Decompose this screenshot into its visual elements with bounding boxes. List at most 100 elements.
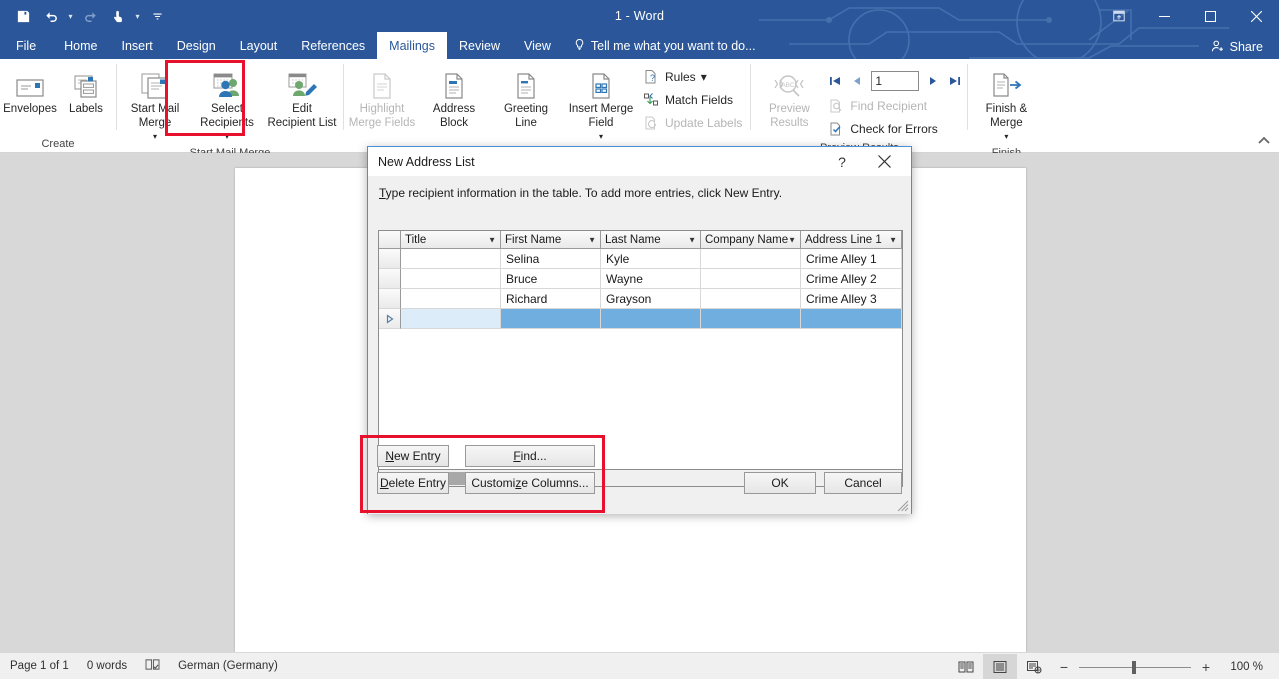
row-header[interactable]	[379, 289, 401, 309]
cell-address-line-1[interactable]	[801, 309, 902, 329]
proofing-icon[interactable]	[145, 658, 160, 674]
delete-entry-button[interactable]: Delete Entry	[377, 472, 449, 494]
zoom-control[interactable]: − + 100 %	[1051, 661, 1273, 673]
insert-merge-field-button[interactable]: Insert Merge Field ▾	[562, 62, 640, 144]
column-header-first-name[interactable]: First Name ▼	[501, 231, 601, 249]
collapse-ribbon-icon[interactable]	[1255, 132, 1273, 148]
redo-icon[interactable]	[77, 4, 103, 28]
cancel-button[interactable]: Cancel	[824, 472, 902, 494]
cell-first-name[interactable]: Selina	[501, 249, 601, 269]
find-button[interactable]: Find...	[465, 445, 595, 467]
ribbon-tab-strip[interactable]: File Home Insert Design Layout Reference…	[0, 32, 1279, 59]
quick-access-toolbar[interactable]: ▾ ▾	[10, 0, 170, 32]
finish-and-merge-button[interactable]: Finish & Merge ▾	[970, 62, 1042, 144]
select-recipients-button[interactable]: Select Recipients ▾	[191, 62, 263, 144]
tell-me-box[interactable]: Tell me what you want to do...	[563, 32, 766, 59]
chevron-down-icon[interactable]: ▾	[599, 130, 603, 144]
cell-company-name[interactable]	[701, 269, 801, 289]
tab-layout[interactable]: Layout	[228, 32, 290, 59]
undo-icon[interactable]	[38, 4, 64, 28]
cell-first-name[interactable]: Richard	[501, 289, 601, 309]
rules-button[interactable]: ? Rules ▾	[640, 67, 748, 87]
cell-title[interactable]	[401, 249, 501, 269]
cell-title[interactable]	[401, 289, 501, 309]
tab-design[interactable]: Design	[165, 32, 228, 59]
edit-recipient-list-button[interactable]: Edit Recipient List	[263, 62, 341, 130]
cell-last-name[interactable]: Kyle	[601, 249, 701, 269]
chevron-down-icon[interactable]: ▼	[588, 235, 596, 244]
chevron-down-icon[interactable]: ▾	[225, 130, 229, 144]
column-header-company-name[interactable]: Company Name ▼	[701, 231, 801, 249]
cell-title[interactable]	[401, 269, 501, 289]
zoom-out-button[interactable]: −	[1057, 662, 1071, 672]
customize-qat-icon[interactable]	[144, 4, 170, 28]
share-button[interactable]: Share	[1203, 35, 1271, 59]
tab-insert[interactable]: Insert	[110, 32, 165, 59]
start-mail-merge-button[interactable]: Start Mail Merge ▾	[119, 62, 191, 144]
ok-button[interactable]: OK	[744, 472, 816, 494]
help-button[interactable]: ?	[829, 147, 855, 176]
table-row[interactable]	[379, 309, 902, 329]
zoom-slider[interactable]	[1079, 661, 1191, 673]
column-header-last-name[interactable]: Last Name ▼	[601, 231, 701, 249]
cell-last-name[interactable]	[601, 309, 701, 329]
chevron-down-icon[interactable]: ▼	[889, 235, 897, 244]
table-row[interactable]: Bruce Wayne Crime Alley 2	[379, 269, 902, 289]
find-recipient-button[interactable]: Find Recipient	[825, 96, 965, 116]
chevron-down-icon[interactable]: ▾	[153, 130, 157, 144]
web-layout-icon[interactable]	[1017, 654, 1051, 679]
chevron-down-icon[interactable]: ▼	[788, 235, 796, 244]
chevron-down-icon[interactable]: ▼	[488, 235, 496, 244]
touch-mode-icon[interactable]	[105, 4, 131, 28]
chevron-down-icon[interactable]: ▾	[701, 70, 707, 84]
chevron-down-icon[interactable]: ▾	[1004, 130, 1008, 144]
cell-address-line-1[interactable]: Crime Alley 1	[801, 249, 902, 269]
tab-file[interactable]: File	[0, 32, 52, 59]
update-labels-button[interactable]: Update Labels	[640, 113, 748, 133]
chevron-down-icon[interactable]: ▼	[688, 235, 696, 244]
greeting-line-button[interactable]: Greeting Line	[490, 62, 562, 130]
record-number-input[interactable]: 1	[871, 71, 919, 91]
next-record-icon[interactable]	[925, 72, 941, 90]
restore-button[interactable]	[1187, 0, 1233, 32]
touch-mode-dropdown-caret[interactable]: ▾	[133, 12, 142, 21]
last-record-icon[interactable]	[947, 72, 963, 90]
labels-button[interactable]: Labels	[58, 62, 114, 130]
cell-company-name[interactable]	[701, 289, 801, 309]
language-indicator[interactable]: German (Germany)	[178, 660, 278, 672]
ribbon-display-options-icon[interactable]	[1097, 0, 1141, 32]
dialog-resize-grip[interactable]	[897, 500, 909, 512]
tab-references[interactable]: References	[289, 32, 377, 59]
cell-address-line-1[interactable]: Crime Alley 2	[801, 269, 902, 289]
tab-review[interactable]: Review	[447, 32, 512, 59]
undo-dropdown-caret[interactable]: ▾	[66, 12, 75, 21]
tab-view[interactable]: View	[512, 32, 563, 59]
row-header[interactable]	[379, 249, 401, 269]
new-entry-button[interactable]: New Entry	[377, 445, 449, 467]
table-row[interactable]: Richard Grayson Crime Alley 3	[379, 289, 902, 309]
save-icon[interactable]	[10, 4, 36, 28]
page-indicator[interactable]: Page 1 of 1	[10, 660, 69, 672]
column-header-address-line-1[interactable]: Address Line 1 ▼	[801, 231, 902, 249]
address-block-button[interactable]: Address Block	[418, 62, 490, 130]
row-header-current[interactable]	[379, 309, 401, 329]
cell-company-name[interactable]	[701, 249, 801, 269]
minimize-button[interactable]	[1141, 0, 1187, 32]
previous-record-icon[interactable]	[849, 72, 865, 90]
first-record-icon[interactable]	[827, 72, 843, 90]
zoom-slider-thumb[interactable]	[1132, 661, 1136, 674]
cell-first-name[interactable]: Bruce	[501, 269, 601, 289]
envelopes-button[interactable]: Envelopes	[2, 62, 58, 130]
read-mode-icon[interactable]	[949, 654, 983, 679]
zoom-level[interactable]: 100 %	[1221, 661, 1263, 673]
cell-first-name[interactable]	[501, 309, 601, 329]
match-fields-button[interactable]: Match Fields	[640, 90, 748, 110]
tab-mailings[interactable]: Mailings	[377, 32, 447, 59]
customize-columns-button[interactable]: Customize Columns...	[465, 472, 595, 494]
table-row[interactable]: Selina Kyle Crime Alley 1	[379, 249, 902, 269]
cell-last-name[interactable]: Grayson	[601, 289, 701, 309]
cell-company-name[interactable]	[701, 309, 801, 329]
highlight-merge-fields-button[interactable]: Highlight Merge Fields	[346, 62, 418, 130]
row-header[interactable]	[379, 269, 401, 289]
preview-results-button[interactable]: ABC Preview Results	[753, 62, 825, 130]
